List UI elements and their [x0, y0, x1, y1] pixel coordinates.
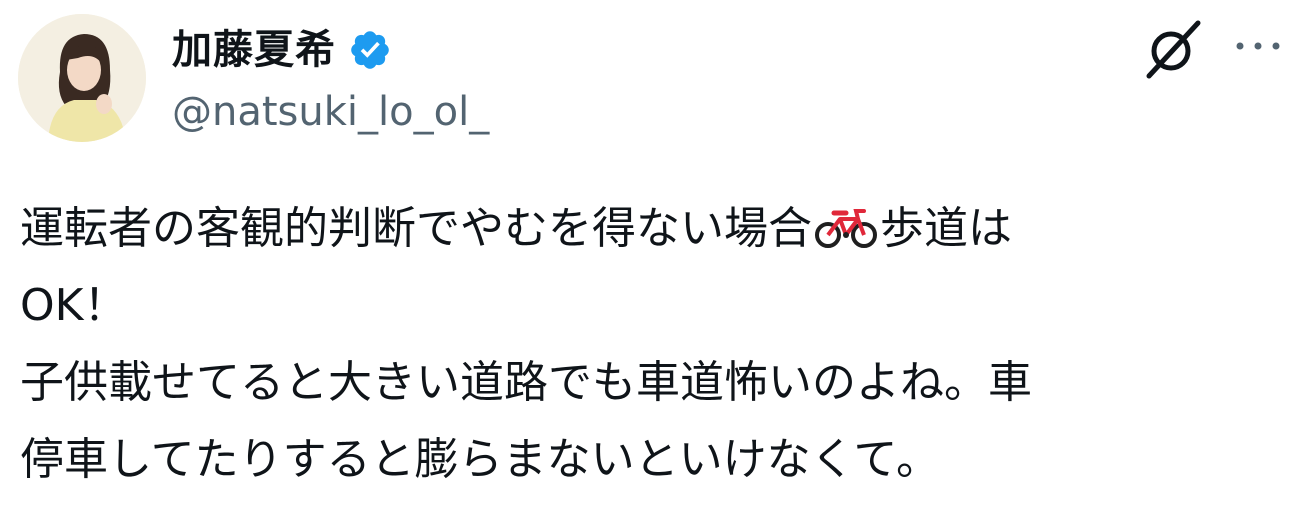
tweet-line-2: OK！	[20, 280, 128, 331]
tweet-line-3: 子供載せてると大きい道路でも車道怖いのよね。車	[20, 357, 1032, 408]
tweet-line-1: 運転者の客観的判断でやむを得ない場合 歩道は	[20, 190, 1290, 267]
author-display-name[interactable]: 加藤夏希	[172, 30, 336, 70]
tweet-text: 運転者の客観的判断でやむを得ない場合 歩道は OK！ 子供載せてると大きい道路で…	[20, 190, 1290, 498]
author-name-row: 加藤夏希	[172, 22, 392, 78]
grok-icon[interactable]	[1142, 18, 1204, 80]
tweet-text-segment: 運転者の客観的判断でやむを得ない場合	[20, 203, 812, 254]
tweet-text-segment: 歩道は	[880, 203, 1012, 254]
author-handle[interactable]: @natsuki_lo_ol_	[172, 92, 489, 132]
tweet-card: 加藤夏希 @natsuki_lo_ol_ 運転者の客観的判断でやむを得ない場合	[0, 0, 1300, 511]
bicycle-icon	[814, 205, 878, 249]
verified-badge-icon[interactable]	[348, 28, 392, 72]
user-avatar[interactable]	[18, 14, 146, 142]
tweet-line-4: 停車してたりすると膨らまないといけなくて。	[20, 434, 941, 485]
more-horizontal-icon[interactable]	[1230, 26, 1286, 66]
